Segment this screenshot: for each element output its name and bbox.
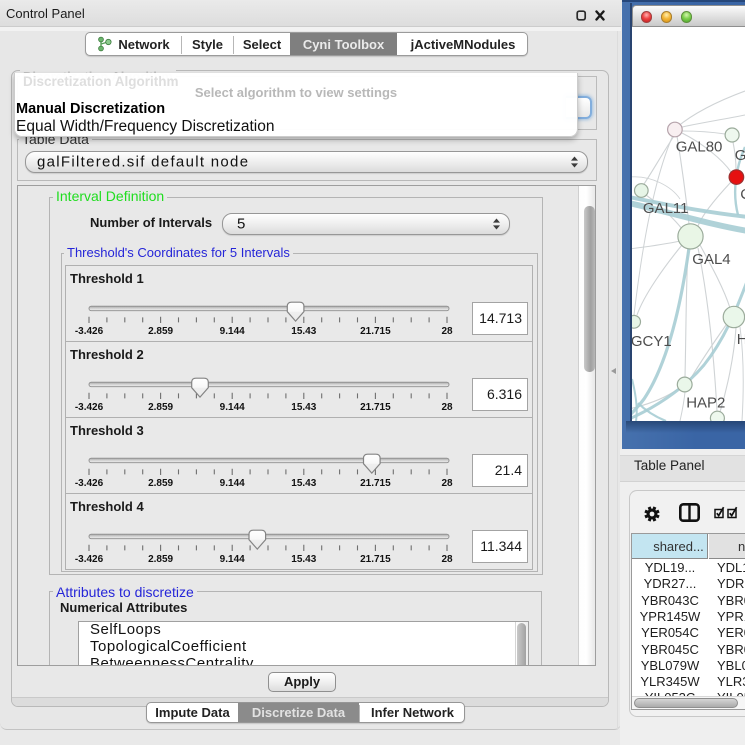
svg-text:2.859: 2.859 <box>148 554 173 565</box>
svg-text:28: 28 <box>441 478 453 489</box>
svg-text:21.715: 21.715 <box>360 326 391 337</box>
svg-text:-3.426: -3.426 <box>75 402 104 413</box>
svg-text:GCY1: GCY1 <box>632 333 672 350</box>
svg-text:C...: C... <box>740 186 745 203</box>
svg-text:21.715: 21.715 <box>360 554 391 565</box>
svg-text:2.859: 2.859 <box>148 326 173 337</box>
svg-text:GA...: GA... <box>735 147 745 164</box>
svg-text:15.43: 15.43 <box>291 402 316 413</box>
svg-text:-3.426: -3.426 <box>75 478 104 489</box>
svg-text:9.144: 9.144 <box>220 554 245 565</box>
svg-text:21.715: 21.715 <box>360 478 391 489</box>
svg-text:2.859: 2.859 <box>148 478 173 489</box>
svg-text:15.43: 15.43 <box>291 326 316 337</box>
svg-text:9.144: 9.144 <box>220 478 245 489</box>
svg-text:-3.426: -3.426 <box>75 326 104 337</box>
svg-text:9.144: 9.144 <box>220 326 245 337</box>
svg-text:2.859: 2.859 <box>148 402 173 413</box>
svg-text:HAP2: HAP2 <box>686 395 725 412</box>
svg-text:28: 28 <box>441 554 453 565</box>
svg-text:15.43: 15.43 <box>291 554 316 565</box>
svg-text:21.715: 21.715 <box>360 402 391 413</box>
svg-text:GAL11: GAL11 <box>643 200 689 217</box>
svg-text:-3.426: -3.426 <box>75 554 104 565</box>
svg-text:H: H <box>737 331 745 348</box>
svg-text:28: 28 <box>441 326 453 337</box>
svg-text:28: 28 <box>441 402 453 413</box>
svg-text:9.144: 9.144 <box>220 402 245 413</box>
svg-text:GAL4: GAL4 <box>692 251 730 268</box>
svg-text:15.43: 15.43 <box>291 478 316 489</box>
svg-text:GAL80: GAL80 <box>676 139 723 156</box>
